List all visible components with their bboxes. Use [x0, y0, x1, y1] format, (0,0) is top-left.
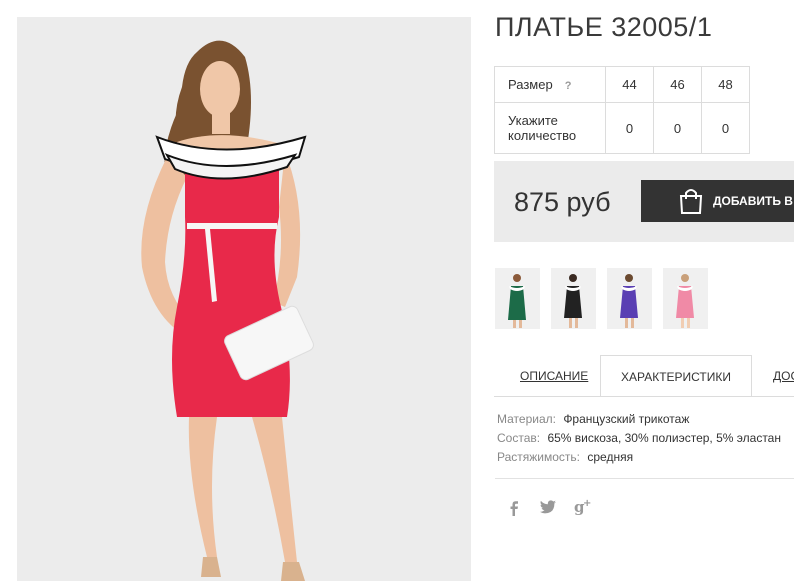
characteristic-value: 65% вискоза, 30% полиэстер, 5% эластан: [547, 431, 781, 445]
characteristic-key: Растяжимость:: [497, 450, 581, 464]
product-price: 875 руб: [514, 187, 611, 217]
add-to-cart-label: ДОБАВИТЬ В КОРЗИНУ: [713, 194, 794, 208]
characteristic-value: средняя: [587, 450, 634, 464]
thumbnail-green[interactable]: [495, 268, 540, 329]
size-46: 46: [653, 66, 702, 103]
thumbnail-black[interactable]: [551, 268, 596, 329]
price-box: 875 руб ДОБАВИТЬ В КОРЗИНУ: [494, 161, 794, 242]
tab-description[interactable]: ОПИСАНИЕ: [520, 355, 588, 395]
characteristics-list: Материал: Французский трикотаж Состав: 6…: [497, 410, 781, 467]
svg-text:+: +: [583, 498, 591, 509]
characteristic-value: Французский трикотаж: [563, 412, 690, 426]
characteristic-row: Состав: 65% вискоза, 30% полиэстер, 5% э…: [497, 429, 781, 448]
add-to-cart-button[interactable]: ДОБАВИТЬ В КОРЗИНУ: [641, 180, 794, 222]
size-quantity-table: Размер? 44 46 48 Укажите количество 0 0 …: [494, 66, 750, 154]
size-44: 44: [605, 66, 654, 103]
characteristic-key: Состав:: [497, 431, 541, 445]
product-title: ПЛАТЬЕ 32005/1: [495, 12, 713, 42]
characteristic-key: Материал:: [497, 412, 556, 426]
size-header-cell: Размер?: [494, 66, 606, 103]
twitter-icon[interactable]: [539, 500, 556, 517]
quantity-label: Укажите количество: [494, 102, 606, 154]
facebook-icon[interactable]: [508, 500, 520, 519]
size-row: Размер? 44 46 48: [494, 66, 750, 103]
model-in-dress-image: [17, 17, 471, 581]
product-main-photo[interactable]: [17, 17, 471, 581]
characteristic-row: Растяжимость: средняя: [497, 448, 781, 467]
thumbnail-purple[interactable]: [607, 268, 652, 329]
quantity-input-48[interactable]: 0: [701, 102, 750, 154]
thumbnail-pink[interactable]: [663, 268, 708, 329]
quantity-input-46[interactable]: 0: [653, 102, 702, 154]
dress-shape: [172, 157, 290, 417]
google-plus-icon[interactable]: g +: [574, 497, 594, 518]
product-tabs: ОПИСАНИЕ ХАРАКТЕРИСТИКИ ДОСТАВКА: [494, 355, 794, 397]
size-48: 48: [701, 66, 750, 103]
size-label: Размер: [508, 77, 553, 92]
tab-delivery[interactable]: ДОСТАВКА: [773, 355, 794, 395]
tab-characteristics[interactable]: ХАРАКТЕРИСТИКИ: [600, 355, 752, 396]
size-help-icon[interactable]: ?: [565, 80, 572, 92]
quantity-row: Укажите количество 0 0 0: [494, 102, 750, 154]
divider: [495, 478, 794, 479]
shopping-bag-icon: [678, 187, 704, 218]
characteristic-row: Материал: Французский трикотаж: [497, 410, 781, 429]
quantity-input-44[interactable]: 0: [605, 102, 654, 154]
